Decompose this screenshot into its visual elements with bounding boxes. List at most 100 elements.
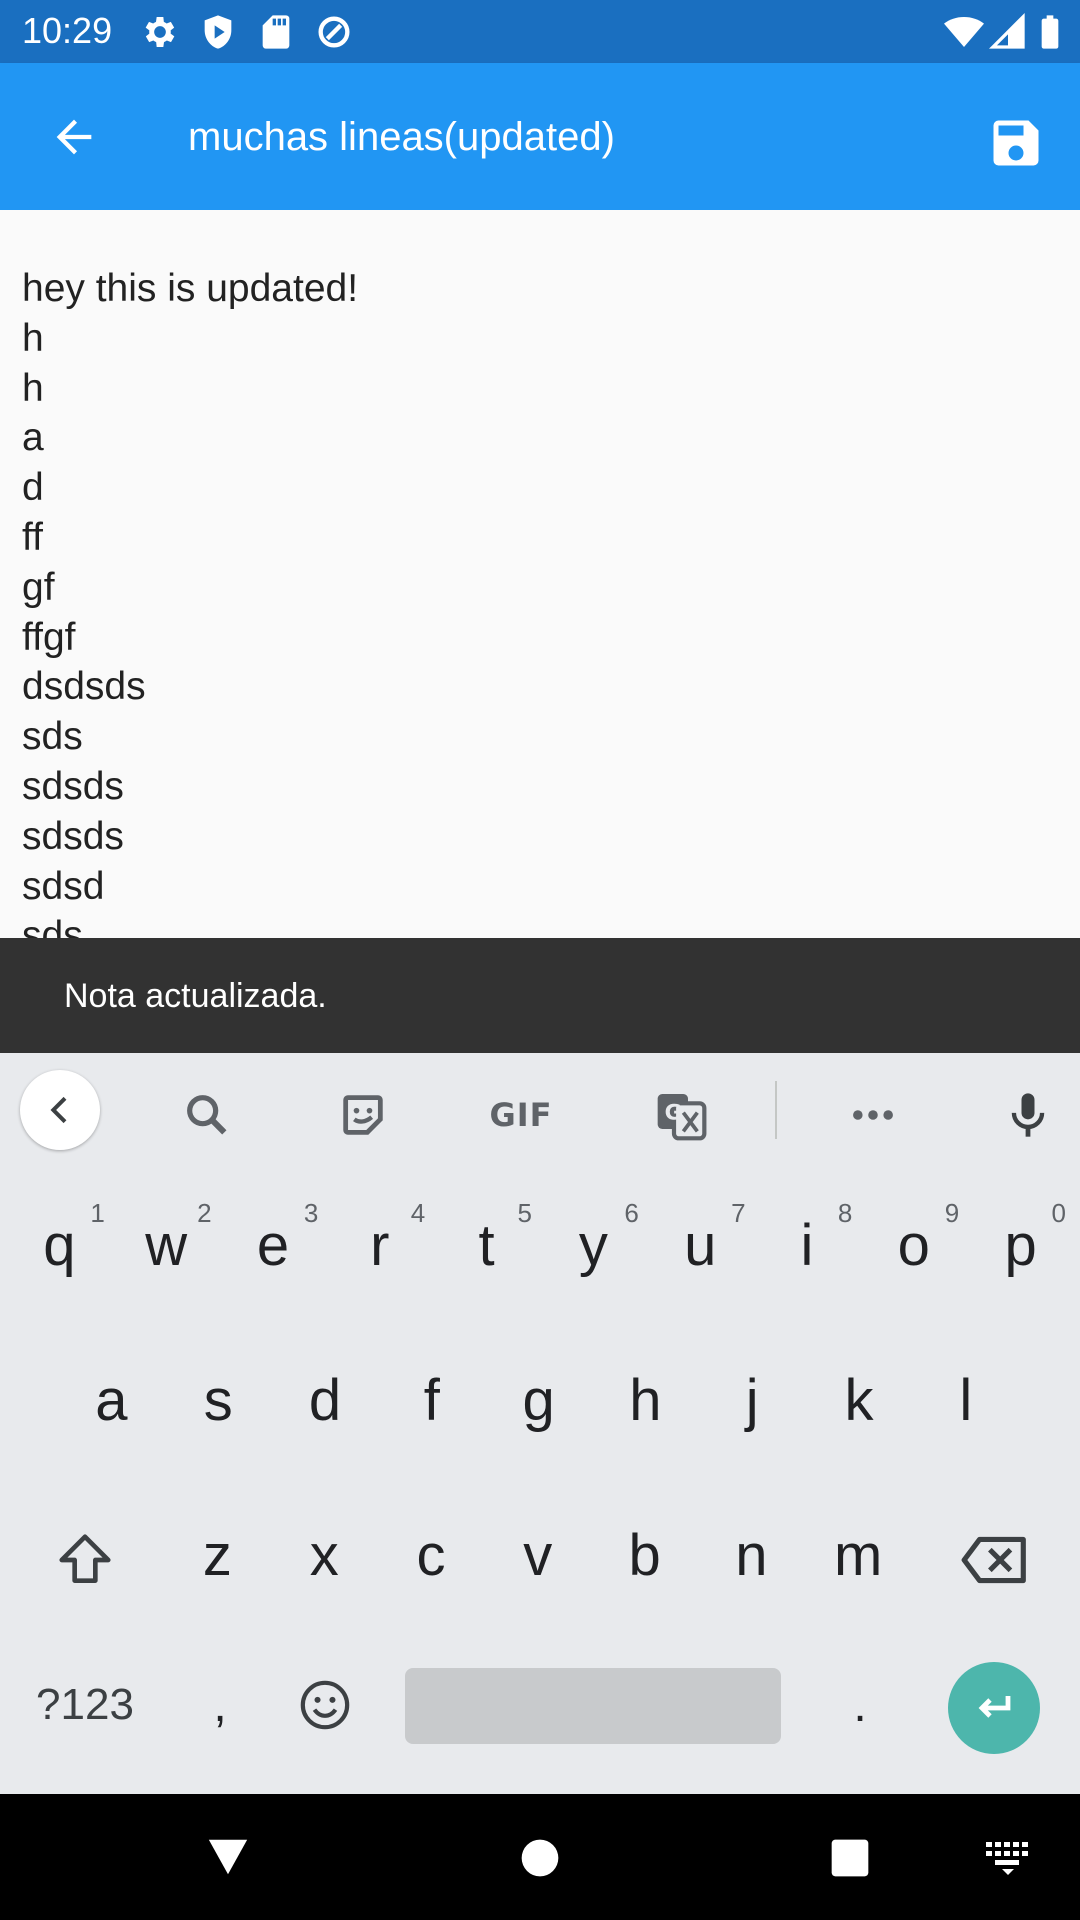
key-label: h [629, 1367, 662, 1433]
backspace-key[interactable] [940, 1510, 1050, 1610]
note-editor[interactable]: hey this is updated! h h a d ff gf ffgf dsdsds sd… [0, 210, 1080, 938]
note-line: sds [22, 914, 83, 938]
keyboard-sticker-button[interactable] [323, 1075, 403, 1155]
key-x[interactable]: x [271, 1500, 378, 1610]
key-label: x [309, 1522, 339, 1588]
key-label: z [202, 1522, 232, 1588]
recents-square-icon[interactable] [828, 1836, 872, 1880]
keyboard-switch-icon[interactable] [984, 1838, 1032, 1878]
key-r[interactable]: r4 [326, 1190, 433, 1300]
save-button[interactable] [976, 103, 1056, 183]
key-label: m [834, 1522, 883, 1588]
key-number-hint: 0 [1051, 1198, 1066, 1228]
keyboard-translate-button[interactable]: G [641, 1075, 721, 1155]
note-line: sds [22, 715, 83, 759]
space-key[interactable] [405, 1668, 781, 1744]
note-line: hey this is updated! [22, 267, 359, 310]
keyboard-more-button[interactable] [833, 1075, 913, 1155]
key-y[interactable]: y6 [540, 1190, 647, 1300]
arrow-back-icon [56, 119, 92, 155]
status-bar: 10:29 [0, 0, 1080, 63]
key-v[interactable]: v [484, 1500, 591, 1610]
key-a[interactable]: a [58, 1345, 165, 1455]
note-line: h [22, 366, 44, 410]
status-time: 10:29 [22, 10, 113, 51]
key-label: s [203, 1367, 233, 1433]
toolbar-divider [775, 1081, 777, 1139]
note-line: gf [22, 565, 55, 609]
mic-icon [1011, 1093, 1045, 1137]
comma-key[interactable]: , [180, 1660, 260, 1750]
key-g[interactable]: g [485, 1345, 592, 1455]
key-w[interactable]: w2 [113, 1190, 220, 1300]
key-s[interactable]: s [165, 1345, 272, 1455]
key-p[interactable]: p0 [967, 1190, 1074, 1300]
note-line: a [22, 416, 44, 460]
keyboard-gif-button[interactable]: GIF [481, 1075, 561, 1155]
page-title: muchas lineas(updated) [188, 115, 615, 159]
keyboard-search-button[interactable] [167, 1075, 247, 1155]
key-label: j [745, 1367, 759, 1433]
note-line: dsdsds [22, 665, 146, 709]
key-b[interactable]: b [591, 1500, 698, 1610]
key-label: p [1004, 1212, 1037, 1278]
back-button[interactable] [40, 103, 108, 171]
note-line: sdsds [22, 764, 124, 808]
key-label: l [959, 1367, 973, 1433]
keyboard-toolbar: GIF G [0, 1053, 1080, 1168]
key-u[interactable]: u7 [647, 1190, 754, 1300]
note-line: ff [22, 515, 43, 559]
key-number-hint: 6 [624, 1198, 639, 1228]
key-l[interactable]: l [912, 1345, 1019, 1455]
key-label: r [370, 1212, 390, 1278]
keyboard-mic-button[interactable] [988, 1075, 1068, 1155]
svg-text:G: G [665, 1101, 682, 1125]
navigation-bar [0, 1794, 1080, 1920]
keyboard-collapse-button[interactable] [20, 1070, 100, 1150]
signal-icon [988, 12, 1025, 49]
key-e[interactable]: e3 [220, 1190, 327, 1300]
key-number-hint: 2 [197, 1198, 212, 1228]
key-number-hint: 5 [517, 1198, 532, 1228]
key-i[interactable]: i8 [754, 1190, 861, 1300]
key-f[interactable]: f [378, 1345, 485, 1455]
note-line: h [22, 316, 44, 360]
search-icon [187, 1095, 227, 1135]
key-label: i [800, 1212, 814, 1278]
key-h[interactable]: h [592, 1345, 699, 1455]
key-m[interactable]: m [805, 1500, 912, 1610]
settings-icon [145, 17, 175, 47]
home-circle-icon[interactable] [518, 1836, 562, 1880]
key-label: y [578, 1212, 608, 1278]
key-number-hint: 1 [90, 1198, 105, 1228]
key-number-hint: 3 [303, 1198, 319, 1228]
enter-key[interactable] [948, 1662, 1040, 1754]
sd-card-icon [262, 15, 290, 49]
key-d[interactable]: d [272, 1345, 379, 1455]
back-triangle-icon[interactable] [205, 1834, 251, 1880]
key-label: f [423, 1367, 440, 1433]
key-number-hint: 7 [731, 1198, 746, 1228]
period-key[interactable]: . [820, 1660, 900, 1750]
symbols-key[interactable]: ?123 [20, 1660, 150, 1750]
key-n[interactable]: n [698, 1500, 805, 1610]
key-t[interactable]: t5 [433, 1190, 540, 1300]
key-q[interactable]: q1 [6, 1190, 113, 1300]
key-z[interactable]: z [164, 1500, 271, 1610]
emoji-key[interactable] [285, 1660, 365, 1750]
key-c[interactable]: c [378, 1500, 485, 1610]
emoji-icon [300, 1680, 350, 1730]
key-j[interactable]: j [699, 1345, 806, 1455]
note-line: sdsds [22, 814, 124, 858]
snackbar-message: Nota actualizada. [64, 977, 327, 1015]
wifi-icon [944, 17, 984, 47]
note-text: hey this is updated! h h a d ff gf ffgf dsdsds sd… [22, 264, 358, 938]
backspace-icon [961, 1536, 1026, 1584]
shift-key[interactable] [30, 1510, 140, 1610]
key-k[interactable]: k [806, 1345, 913, 1455]
shield-icon [204, 15, 232, 49]
key-o[interactable]: o9 [860, 1190, 967, 1300]
key-label: b [628, 1522, 661, 1588]
key-label: n [735, 1522, 768, 1588]
enter-icon [978, 1696, 1011, 1718]
